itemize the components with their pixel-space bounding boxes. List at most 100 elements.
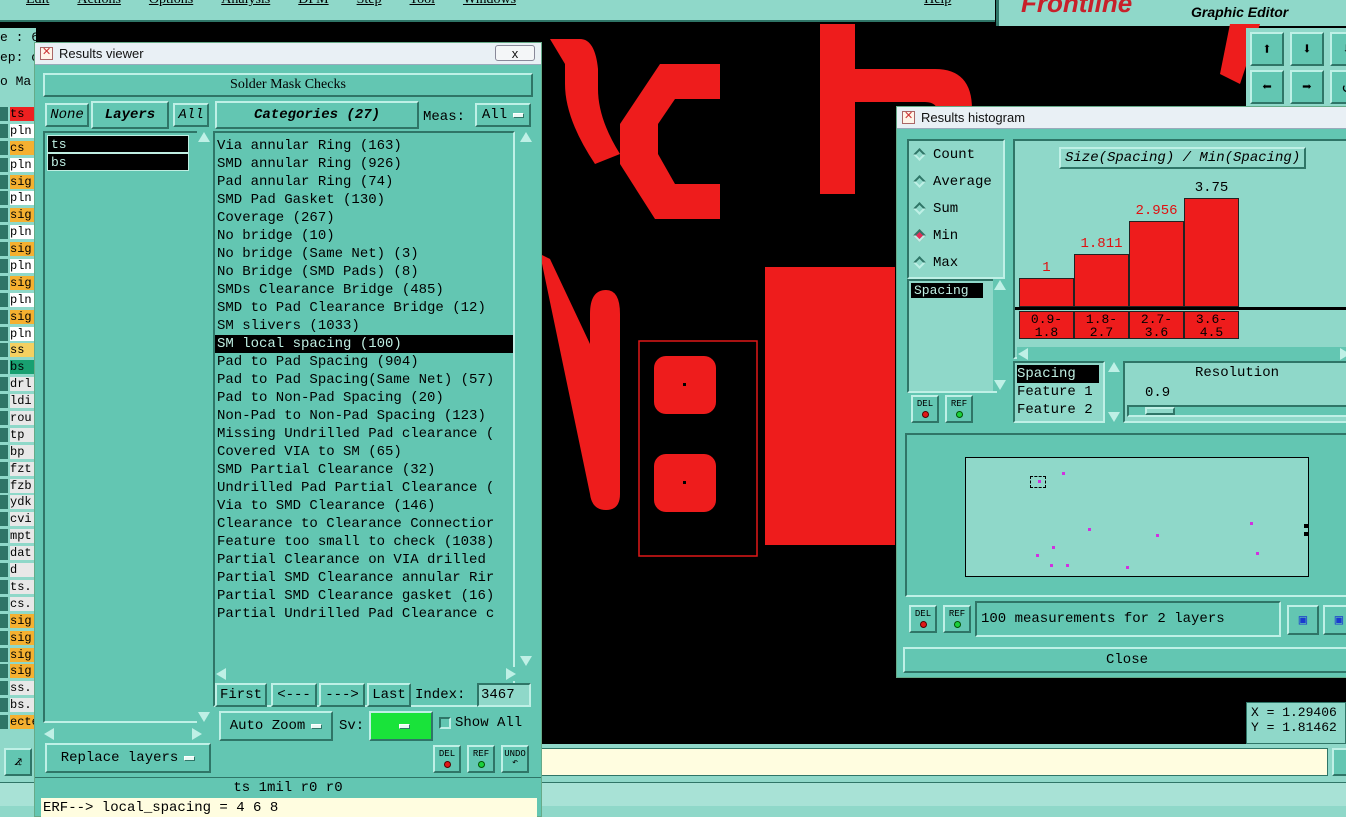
- layer-row[interactable]: sig: [0, 647, 36, 663]
- layer-row[interactable]: sig: [0, 174, 36, 190]
- layer-row[interactable]: sig: [0, 663, 36, 679]
- category-item[interactable]: Coverage (267): [215, 209, 513, 227]
- layer-row[interactable]: ts: [0, 106, 36, 122]
- layer-row[interactable]: cs.: [0, 596, 36, 612]
- resolution-slider[interactable]: [1127, 405, 1346, 417]
- category-item[interactable]: Partial SMD Clearance gasket (16): [215, 587, 513, 605]
- menu-item[interactable]: Edit: [26, 0, 49, 8]
- export-icon[interactable]: ▣: [1287, 605, 1319, 635]
- categories-button[interactable]: Categories (27): [215, 101, 419, 129]
- bottom-ref-icon[interactable]: REF: [943, 605, 971, 633]
- menu-item[interactable]: DFM: [298, 0, 328, 8]
- sv-color-dropdown[interactable]: [369, 711, 433, 741]
- category-item[interactable]: Partial Clearance on VIA drilled: [215, 551, 513, 569]
- layers-scrollbar-h[interactable]: [43, 727, 203, 741]
- histogram-bar[interactable]: [1019, 278, 1074, 307]
- layer-row[interactable]: pln: [0, 190, 36, 206]
- categories-scrollbar-v[interactable]: [519, 131, 533, 667]
- layer-row[interactable]: pln: [0, 224, 36, 240]
- all-button[interactable]: All: [173, 103, 209, 127]
- category-item[interactable]: Via to SMD Clearance (146): [215, 497, 513, 515]
- measure-list-item[interactable]: Spacing: [911, 283, 983, 298]
- categories-scrollbar-h[interactable]: [215, 667, 517, 681]
- layers-scrollbar-v[interactable]: [197, 131, 211, 723]
- mode-radio[interactable]: Count: [911, 141, 1003, 168]
- layer-row[interactable]: sig: [0, 207, 36, 223]
- histogram-titlebar[interactable]: Results histogram: [897, 107, 1346, 129]
- layer-row[interactable]: sig: [0, 309, 36, 325]
- category-item[interactable]: Pad to Pad Spacing(Same Net) (57): [215, 371, 513, 389]
- index-field[interactable]: 3467: [477, 683, 531, 707]
- layer-row[interactable]: sig: [0, 613, 36, 629]
- histogram-bar[interactable]: [1074, 254, 1129, 307]
- layer-row[interactable]: ss.: [0, 680, 36, 696]
- first-button[interactable]: First: [215, 683, 267, 707]
- layer-row[interactable]: ldi: [0, 393, 36, 409]
- menu-item[interactable]: Tool: [410, 0, 435, 8]
- menu-item[interactable]: Windows: [463, 0, 516, 8]
- menu-item[interactable]: Actions: [77, 0, 121, 8]
- layer-row[interactable]: tp: [0, 427, 36, 443]
- layer-row[interactable]: pln: [0, 157, 36, 173]
- menu-item[interactable]: Options: [149, 0, 193, 8]
- refresh-icon[interactable]: REF: [467, 745, 495, 773]
- command-input-area[interactable]: [540, 748, 1328, 776]
- category-item[interactable]: Covered VIA to SM (65): [215, 443, 513, 461]
- category-item[interactable]: No Bridge (SMD Pads) (8): [215, 263, 513, 281]
- export-icon-2[interactable]: ▣: [1323, 605, 1346, 635]
- replace-layers-dropdown[interactable]: Replace layers: [45, 743, 211, 773]
- category-item[interactable]: Non-Pad to Non-Pad Spacing (123): [215, 407, 513, 425]
- feature-item[interactable]: Feature 1: [1017, 383, 1101, 401]
- feature-item[interactable]: Feature 2: [1017, 401, 1101, 419]
- chart-scrollbar[interactable]: [1017, 347, 1346, 361]
- auto-zoom-dropdown[interactable]: Auto Zoom: [219, 711, 333, 741]
- menu-item[interactable]: Step: [357, 0, 382, 8]
- layer-row[interactable]: pln: [0, 326, 36, 342]
- layer-row[interactable]: dat: [0, 545, 36, 561]
- undo-icon[interactable]: UNDO ↶: [501, 745, 529, 773]
- layer-row[interactable]: fzb: [0, 478, 36, 494]
- histogram-del-icon[interactable]: DEL: [911, 395, 939, 423]
- category-item[interactable]: Clearance to Clearance Connectior: [215, 515, 513, 533]
- category-item[interactable]: Via annular Ring (163): [215, 137, 513, 155]
- layer-row[interactable]: fzt: [0, 461, 36, 477]
- results-viewer-titlebar[interactable]: Results viewer x: [35, 43, 541, 65]
- layer-row[interactable]: ss: [0, 342, 36, 358]
- layer-row[interactable]: pln: [0, 292, 36, 308]
- next-button[interactable]: --->: [319, 683, 365, 707]
- category-item[interactable]: Feature too small to check (1038): [215, 533, 513, 551]
- category-item[interactable]: SMD Pad Gasket (130): [215, 191, 513, 209]
- layer-row[interactable]: sig: [0, 241, 36, 257]
- layer-row[interactable]: ected: [0, 714, 36, 730]
- category-item[interactable]: Pad to Pad Spacing (904): [215, 353, 513, 371]
- layer-row[interactable]: mpt: [0, 528, 36, 544]
- category-item[interactable]: Undrilled Pad Partial Clearance (: [215, 479, 513, 497]
- command-side-btn[interactable]: [1332, 748, 1346, 776]
- toolbar-icon-1[interactable]: ⬆: [1250, 32, 1284, 66]
- menu-item[interactable]: Help: [924, 0, 951, 8]
- layer-row[interactable]: sig: [0, 630, 36, 646]
- layer-row[interactable]: bs.: [0, 697, 36, 713]
- layer-row[interactable]: ydk: [0, 494, 36, 510]
- toolbar-icon-6[interactable]: ↺: [1330, 70, 1346, 104]
- category-item[interactable]: SM slivers (1033): [215, 317, 513, 335]
- mode-radio[interactable]: Max: [911, 249, 1003, 276]
- category-item[interactable]: SM local spacing (100): [215, 335, 513, 353]
- close-icon[interactable]: x: [495, 45, 535, 61]
- layer-row[interactable]: rou: [0, 410, 36, 426]
- layer-row[interactable]: pln: [0, 123, 36, 139]
- category-item[interactable]: SMDs Clearance Bridge (485): [215, 281, 513, 299]
- category-item[interactable]: Pad to Non-Pad Spacing (20): [215, 389, 513, 407]
- toolbar-icon-3[interactable]: ⬇: [1330, 32, 1346, 66]
- mode-radio[interactable]: Min: [911, 222, 1003, 249]
- menu-item[interactable]: Analysis: [221, 0, 270, 8]
- show-all-checkbox[interactable]: [439, 717, 451, 729]
- histogram-ref-icon[interactable]: REF: [945, 395, 973, 423]
- histogram-close-button[interactable]: Close: [903, 647, 1346, 673]
- scatter-preview[interactable]: [965, 457, 1309, 577]
- none-button[interactable]: None: [45, 103, 89, 127]
- measure-list-scrollbar[interactable]: [993, 279, 1007, 391]
- bottom-del-icon[interactable]: DEL: [909, 605, 937, 633]
- category-item[interactable]: SMD annular Ring (926): [215, 155, 513, 173]
- layers-button[interactable]: Layers: [91, 101, 169, 129]
